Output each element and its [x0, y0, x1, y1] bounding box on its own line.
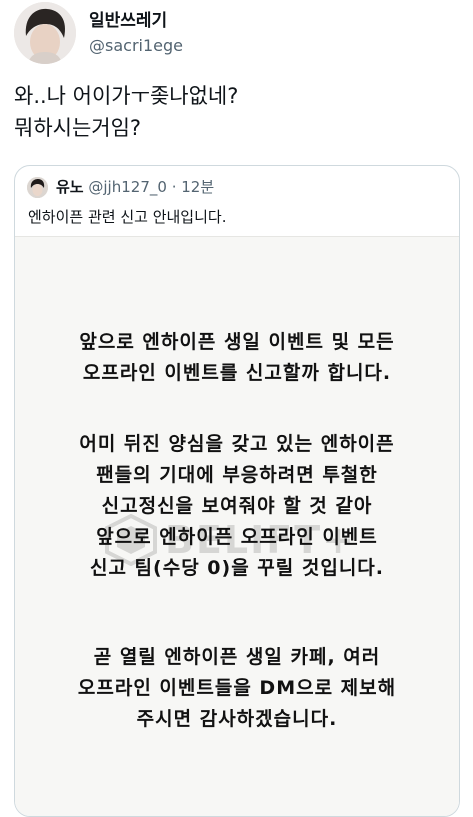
author-handle[interactable]: @sacri1ege — [89, 36, 183, 55]
tweet-text: 와..나 어이가ㅜ좆나없네? 뭐하시는거임? — [14, 80, 454, 144]
notice-line: 오프라인 이벤트들을 DM으로 제보해 — [77, 677, 397, 699]
quote-header: 유노 @jjh127_0 · 12분 — [56, 176, 214, 197]
notice-paragraph-2: 어미 뒤진 양심을 갖고 있는 엔하이픈 팬들의 기대에 부응하려면 투철한 신… — [15, 429, 459, 584]
quote-author-avatar — [27, 177, 48, 198]
notice-line: 어미 뒤진 양심을 갖고 있는 엔하이픈 — [79, 433, 395, 455]
notice-line: 신고정신을 보여줘야 할 것 같아 — [101, 495, 373, 517]
notice-paragraph-1: 앞으로 엔하이픈 생일 이벤트 및 모든 오프라인 이벤트를 신고할까 합니다. — [15, 327, 459, 389]
author-avatar[interactable] — [14, 2, 76, 64]
notice-paragraph-3: 곧 열릴 엔하이픈 생일 카페, 여러 오프라인 이벤트들을 DM으로 제보해 … — [15, 642, 459, 735]
quote-author-handle: @jjh127_0 — [88, 178, 167, 196]
avatar-photo-icon — [14, 2, 76, 64]
notice-line: 신고 팀(수당 0)을 꾸릴 것입니다. — [89, 557, 385, 579]
notice-line: 주시면 감사하겠습니다. — [136, 708, 338, 730]
quote-text: 엔하이픈 관련 신고 안내입니다. — [28, 208, 227, 226]
quoted-tweet-card[interactable]: 유노 @jjh127_0 · 12분 엔하이픈 관련 신고 안내입니다. BEL… — [14, 165, 460, 817]
quote-image[interactable]: BELIFT+ 앞으로 엔하이픈 생일 이벤트 및 모든 오프라인 이벤트를 신… — [15, 236, 459, 816]
tweet-text-line: 와..나 어이가ㅜ좆나없네? — [14, 84, 239, 108]
quote-timestamp: 12분 — [181, 178, 215, 196]
notice-line: 곧 열릴 엔하이픈 생일 카페, 여러 — [93, 646, 381, 668]
quote-separator: · — [171, 178, 177, 196]
tweet-text-line: 뭐하시는거임? — [14, 116, 142, 140]
notice-line: 팬들의 기대에 부응하려면 투철한 — [96, 464, 378, 486]
quote-author-name: 유노 — [56, 178, 84, 196]
notice-line: 앞으로 엔하이픈 생일 이벤트 및 모든 — [79, 331, 395, 353]
author-display-name[interactable]: 일반쓰레기 — [89, 6, 167, 31]
notice-line: 오프라인 이벤트를 신고할까 합니다. — [82, 362, 392, 384]
notice-line: 앞으로 엔하이픈 오프라인 이벤트 — [96, 526, 378, 548]
avatar-photo-icon — [27, 177, 48, 198]
tweet: 일반쓰레기 @sacri1ege 와..나 어이가ㅜ좆나없네? 뭐하시는거임? … — [0, 0, 473, 817]
